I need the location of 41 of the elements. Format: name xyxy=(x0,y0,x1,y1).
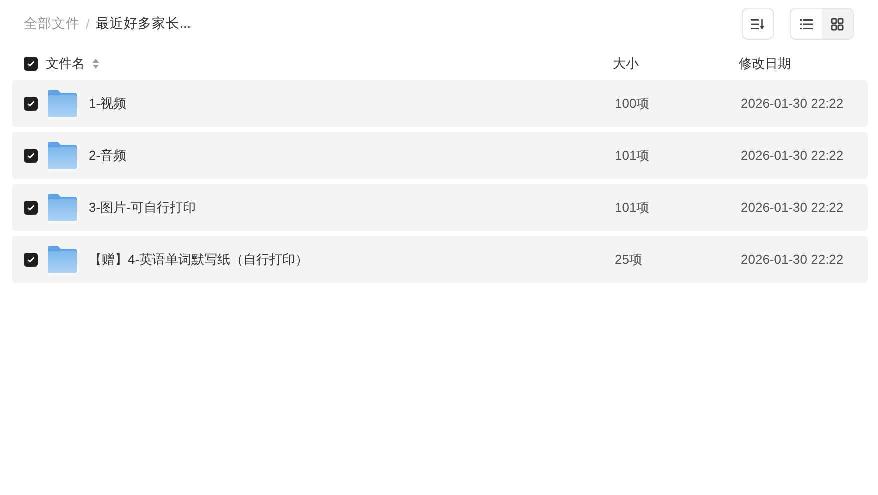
check-icon xyxy=(27,256,35,264)
check-icon xyxy=(27,60,35,68)
file-size: 101项 xyxy=(615,198,651,216)
column-header[interactable]: 修改日期 xyxy=(739,55,866,73)
breadcrumb-item: 最近好多家长... xyxy=(96,15,192,33)
modified-date: 2026-01-30 22:22 xyxy=(741,252,845,267)
modified-date: 2026-01-30 22:22 xyxy=(741,148,845,163)
file-row[interactable]: 1-视频 100项 2026-01-30 22:22 xyxy=(12,80,868,127)
column-header[interactable]: 文件名 xyxy=(46,55,85,73)
row-checkbox[interactable] xyxy=(24,200,38,214)
file-row[interactable]: 2-音频 101项 2026-01-30 22:22 xyxy=(12,132,868,179)
column-header[interactable]: 大小 xyxy=(613,55,739,73)
modified-date: 2026-01-30 22:22 xyxy=(741,200,845,215)
check-icon xyxy=(27,152,35,160)
file-name: 1-视频 xyxy=(89,94,127,112)
check-icon xyxy=(27,100,35,108)
file-size: 25项 xyxy=(615,250,644,268)
folder-icon xyxy=(48,90,77,117)
row-checkbox[interactable] xyxy=(24,96,38,110)
file-row[interactable]: 3-图片-可自行打印 101项 2026-01-30 22:22 xyxy=(12,184,868,231)
sort-button[interactable] xyxy=(742,8,774,40)
breadcrumb-separator: / xyxy=(86,16,90,32)
row-checkbox[interactable] xyxy=(24,148,38,162)
folder-icon xyxy=(48,246,77,273)
row-checkbox[interactable] xyxy=(24,252,38,266)
view-mode-button[interactable] xyxy=(791,9,822,39)
file-name: 3-图片-可自行打印 xyxy=(89,198,196,216)
file-size: 100项 xyxy=(615,94,651,112)
modified-date: 2026-01-30 22:22 xyxy=(741,96,845,111)
check-icon xyxy=(27,204,35,212)
folder-icon xyxy=(48,142,77,169)
file-name: 2-音频 xyxy=(89,146,127,164)
grid-icon xyxy=(831,18,844,30)
sort-arrows-icon[interactable] xyxy=(93,59,99,69)
folder-icon xyxy=(48,194,77,221)
file-name: 【赠】4-英语单词默写纸（自行打印） xyxy=(89,250,309,268)
sort-icon xyxy=(751,18,765,30)
select-all-checkbox[interactable] xyxy=(24,57,38,71)
file-size: 101项 xyxy=(615,146,651,164)
file-row[interactable]: 【赠】4-英语单词默写纸（自行打印） 25项 2026-01-30 22:22 xyxy=(12,236,868,283)
list-icon xyxy=(800,18,813,30)
